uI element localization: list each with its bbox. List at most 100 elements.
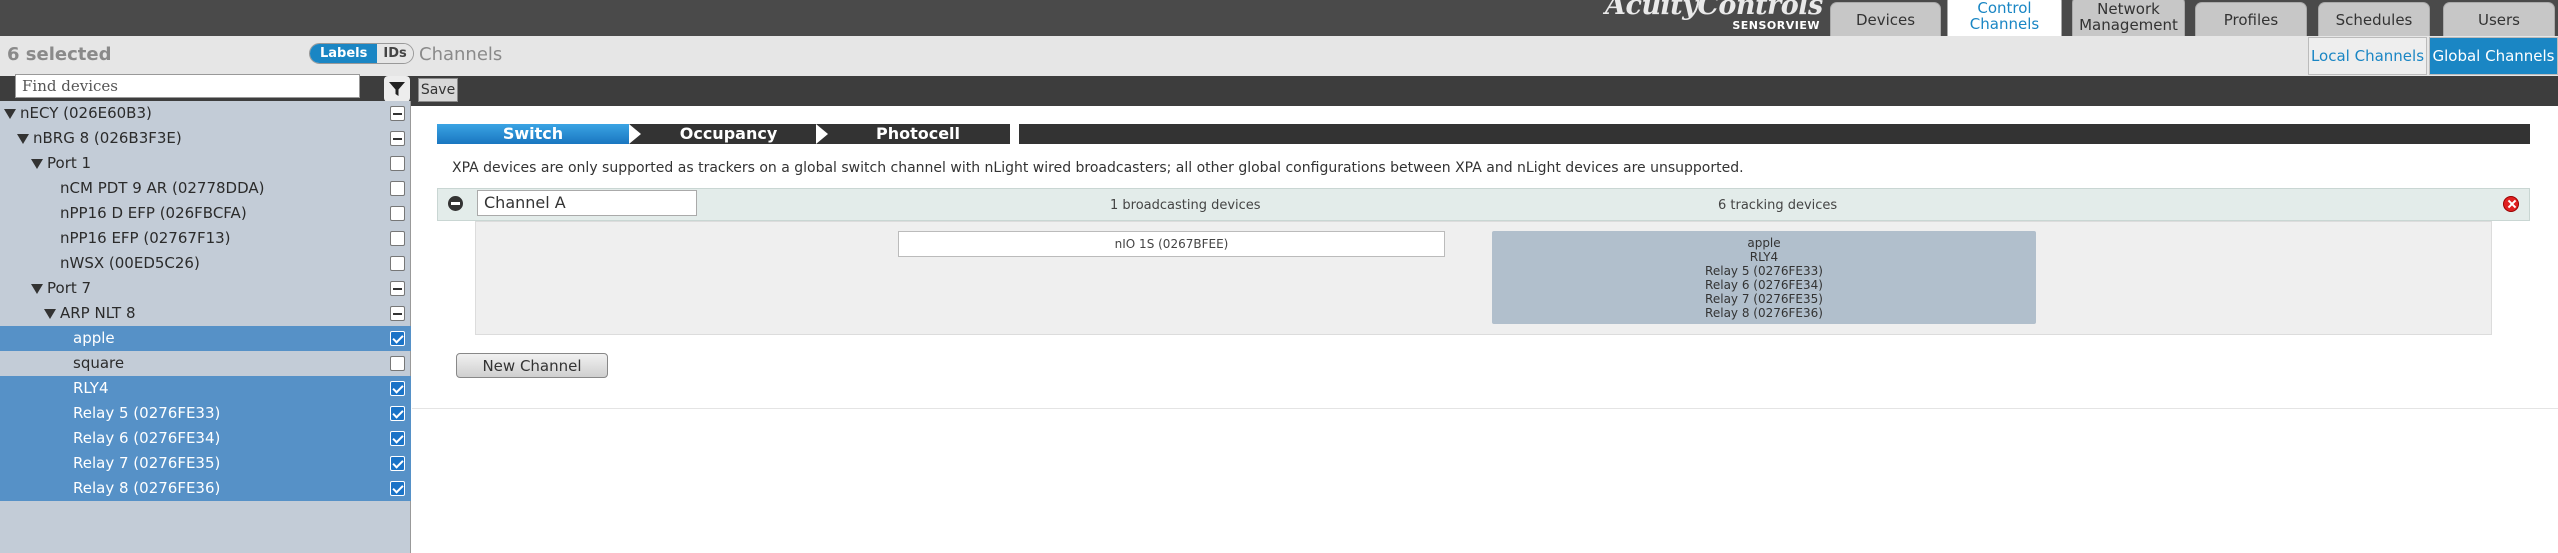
expand-caret-icon[interactable] bbox=[4, 108, 16, 119]
page-title: Channels bbox=[419, 44, 503, 65]
tracker-item: apple bbox=[1747, 236, 1781, 250]
tree-row[interactable]: Port 7 bbox=[0, 276, 411, 301]
xpa-notice: XPA devices are only supported as tracke… bbox=[452, 160, 1744, 176]
tab-control-channels-label: Control Channels bbox=[1969, 0, 2040, 33]
tab-users-label: Users bbox=[2477, 10, 2520, 29]
channel-header-row bbox=[437, 188, 2530, 221]
expand-caret-icon[interactable] bbox=[44, 308, 56, 319]
tab-devices[interactable]: Devices bbox=[1830, 2, 1941, 36]
device-tree: nECY (026E60B3) nBRG 8 (026B3F3E) Port 1… bbox=[0, 101, 411, 553]
tab-schedules[interactable]: Schedules bbox=[2318, 2, 2430, 36]
tree-row[interactable]: Port 1 bbox=[0, 151, 411, 176]
tree-row[interactable]: apple bbox=[0, 326, 411, 351]
tree-checkbox[interactable] bbox=[390, 356, 405, 371]
tree-checkbox[interactable] bbox=[390, 456, 405, 471]
tab-network-management-label: Network Management bbox=[2079, 0, 2178, 34]
tree-row[interactable]: Relay 7 (0276FE35) bbox=[0, 451, 411, 476]
tree-row[interactable]: nBRG 8 (026B3F3E) bbox=[0, 126, 411, 151]
delete-channel-icon[interactable] bbox=[2503, 196, 2519, 212]
tree-checkbox[interactable] bbox=[390, 281, 405, 296]
tracker-item: Relay 8 (0276FE36) bbox=[1705, 306, 1823, 320]
tab-local-channels[interactable]: Local Channels bbox=[2308, 37, 2427, 75]
label-id-toggle[interactable]: Labels IDs bbox=[309, 43, 414, 64]
tracker-item: Relay 6 (0276FE34) bbox=[1705, 278, 1823, 292]
tree-row[interactable]: ARP NLT 8 bbox=[0, 301, 411, 326]
tab-schedules-label: Schedules bbox=[2335, 10, 2413, 29]
step-switch[interactable]: Switch bbox=[437, 124, 639, 144]
filter-icon bbox=[389, 82, 405, 96]
channel-name-input[interactable]: Channel A bbox=[477, 190, 697, 216]
tree-row[interactable]: Relay 8 (0276FE36) bbox=[0, 476, 411, 501]
tree-row-label: nECY (026E60B3) bbox=[20, 104, 152, 122]
collapse-icon[interactable] bbox=[448, 196, 463, 211]
tree-checkbox[interactable] bbox=[390, 331, 405, 346]
search-input[interactable]: Find devices bbox=[15, 74, 360, 98]
tree-row-label: nCM PDT 9 AR (02778DDA) bbox=[60, 179, 265, 197]
tree-row-label: Port 1 bbox=[47, 154, 92, 172]
step-photocell[interactable]: Photocell bbox=[828, 124, 1008, 144]
selected-count: 6 selected bbox=[7, 44, 112, 65]
save-button[interactable]: Save bbox=[418, 78, 458, 102]
tree-row-label: nPP16 D EFP (026FBCFA) bbox=[60, 204, 247, 222]
broadcaster-device[interactable]: nIO 1S (0267BFEE) bbox=[898, 231, 1445, 257]
tree-row-label: nBRG 8 (026B3F3E) bbox=[33, 129, 182, 147]
tree-row[interactable]: nWSX (00ED5C26) bbox=[0, 251, 411, 276]
tree-row-label: Relay 8 (0276FE36) bbox=[73, 479, 221, 497]
expand-caret-icon[interactable] bbox=[31, 158, 43, 169]
tree-row[interactable]: nCM PDT 9 AR (02778DDA) bbox=[0, 176, 411, 201]
new-channel-button[interactable]: New Channel bbox=[456, 353, 608, 378]
tree-checkbox[interactable] bbox=[390, 206, 405, 221]
broadcasting-count: 1 broadcasting devices bbox=[1110, 198, 1261, 213]
tree-checkbox[interactable] bbox=[390, 306, 405, 321]
tree-checkbox[interactable] bbox=[390, 181, 405, 196]
tab-devices-label: Devices bbox=[1855, 10, 1916, 29]
tab-users[interactable]: Users bbox=[2443, 2, 2555, 36]
tree-row[interactable]: Relay 5 (0276FE33) bbox=[0, 401, 411, 426]
tree-checkbox[interactable] bbox=[390, 481, 405, 496]
brand-subtitle: SENSORVIEW bbox=[1732, 19, 1820, 32]
tracker-item: Relay 7 (0276FE35) bbox=[1705, 292, 1823, 306]
tracker-item: Relay 5 (0276FE33) bbox=[1705, 264, 1823, 278]
tree-checkbox[interactable] bbox=[390, 231, 405, 246]
tree-row[interactable]: nPP16 EFP (02767F13) bbox=[0, 226, 411, 251]
step-separator bbox=[816, 124, 828, 144]
tree-row-label: apple bbox=[73, 329, 115, 347]
tracker-devices[interactable]: apple RLY4 Relay 5 (0276FE33) Relay 6 (0… bbox=[1492, 231, 2036, 324]
brand-logo: AcuityControls SENSORVIEW bbox=[1605, 0, 1823, 32]
tree-row-label: ARP NLT 8 bbox=[60, 304, 136, 322]
expand-caret-icon[interactable] bbox=[17, 133, 29, 144]
step-separator bbox=[629, 124, 641, 144]
labels-toggle-option[interactable]: Labels bbox=[310, 44, 378, 63]
tab-global-channels[interactable]: Global Channels bbox=[2429, 37, 2558, 75]
tree-row-label: Relay 6 (0276FE34) bbox=[73, 429, 221, 447]
tree-checkbox[interactable] bbox=[390, 131, 405, 146]
tab-profiles-label: Profiles bbox=[2223, 10, 2279, 29]
brand-logo-text: AcuityControls bbox=[1605, 0, 1823, 21]
tree-row[interactable]: RLY4 bbox=[0, 376, 411, 401]
ids-toggle-option[interactable]: IDs bbox=[377, 44, 413, 63]
tree-checkbox[interactable] bbox=[390, 106, 405, 121]
tree-row-label: Port 7 bbox=[47, 279, 92, 297]
filter-button[interactable] bbox=[384, 76, 410, 102]
divider bbox=[412, 408, 2558, 409]
tree-checkbox[interactable] bbox=[390, 156, 405, 171]
tree-row[interactable]: square bbox=[0, 351, 411, 376]
tracking-count: 6 tracking devices bbox=[1718, 198, 1838, 213]
tree-checkbox[interactable] bbox=[390, 256, 405, 271]
tab-control-channels[interactable]: Control Channels bbox=[1947, 0, 2062, 36]
tree-checkbox[interactable] bbox=[390, 431, 405, 446]
step-occupancy[interactable]: Occupancy bbox=[641, 124, 816, 144]
channel-body bbox=[475, 221, 2492, 335]
tab-network-management[interactable]: Network Management bbox=[2072, 0, 2185, 36]
expand-caret-icon[interactable] bbox=[31, 283, 43, 294]
tree-row-label: RLY4 bbox=[73, 379, 109, 397]
tree-row-label: square bbox=[73, 354, 125, 372]
tree-row[interactable]: nECY (026E60B3) bbox=[0, 101, 411, 126]
tree-row-label: nPP16 EFP (02767F13) bbox=[60, 229, 231, 247]
tree-checkbox[interactable] bbox=[390, 406, 405, 421]
tree-row-label: Relay 7 (0276FE35) bbox=[73, 454, 221, 472]
tree-checkbox[interactable] bbox=[390, 381, 405, 396]
tree-row[interactable]: nPP16 D EFP (026FBCFA) bbox=[0, 201, 411, 226]
tree-row[interactable]: Relay 6 (0276FE34) bbox=[0, 426, 411, 451]
tab-profiles[interactable]: Profiles bbox=[2195, 2, 2307, 36]
